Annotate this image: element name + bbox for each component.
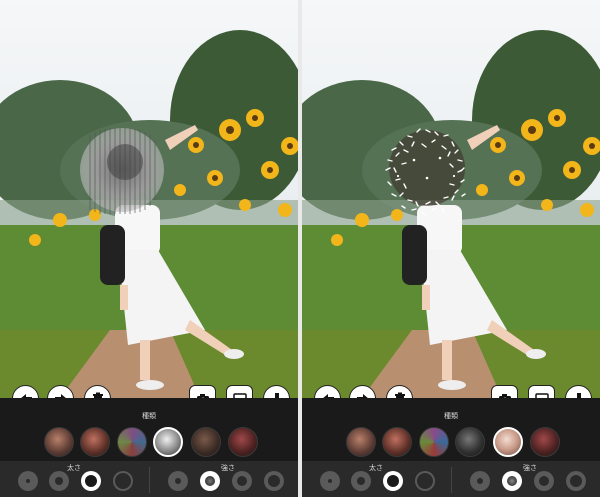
effect-swatch-skin-blur[interactable] bbox=[346, 427, 376, 457]
album-button[interactable] bbox=[226, 385, 253, 398]
editor-panel-left: 種類 太さ 強さ bbox=[0, 0, 298, 497]
effect-controls: 種類 太さ 強さ bbox=[0, 398, 298, 497]
effect-controls: 種類 太さ 強さ bbox=[302, 398, 600, 497]
undo-icon bbox=[20, 393, 32, 398]
effect-swatch-red-blur[interactable] bbox=[530, 427, 560, 457]
settings-divider bbox=[149, 467, 150, 493]
effect-swatch-mosaic[interactable] bbox=[117, 427, 147, 457]
photo-image bbox=[302, 0, 600, 398]
thickness-option-1[interactable] bbox=[18, 471, 38, 491]
redo-icon bbox=[356, 393, 368, 398]
strength-option-3[interactable] bbox=[232, 471, 252, 491]
camera-button[interactable] bbox=[491, 385, 518, 398]
settings-divider bbox=[451, 467, 452, 493]
thickness-option-2[interactable] bbox=[351, 471, 371, 491]
effect-swatch-warm-blur[interactable] bbox=[382, 427, 412, 457]
effect-swatch-glitter[interactable] bbox=[493, 427, 523, 457]
editor-panel-right: 種類 太さ 強さ bbox=[302, 0, 600, 497]
effect-swatch-mosaic[interactable] bbox=[419, 427, 449, 457]
brush-settings-bar: 太さ 強さ bbox=[0, 461, 298, 497]
type-label: 種類 bbox=[142, 412, 156, 420]
thickness-option-3[interactable] bbox=[81, 471, 101, 491]
effect-swatch-warm-blur[interactable] bbox=[80, 427, 110, 457]
album-icon bbox=[534, 392, 549, 398]
effect-swatches bbox=[0, 425, 298, 459]
type-label: 種類 bbox=[444, 412, 458, 420]
thickness-option-1[interactable] bbox=[320, 471, 340, 491]
strength-option-2[interactable] bbox=[200, 471, 220, 491]
album-button[interactable] bbox=[528, 385, 555, 398]
thickness-option-4[interactable] bbox=[113, 471, 133, 491]
effect-swatch-red-blur[interactable] bbox=[228, 427, 258, 457]
photo-canvas[interactable] bbox=[0, 0, 298, 398]
trash-icon bbox=[394, 392, 405, 398]
effect-swatch-dark-blur[interactable] bbox=[191, 427, 221, 457]
strength-option-1[interactable] bbox=[168, 471, 188, 491]
strength-option-1[interactable] bbox=[470, 471, 490, 491]
download-icon bbox=[271, 392, 282, 398]
trash-icon bbox=[92, 392, 103, 398]
strength-option-4[interactable] bbox=[264, 471, 284, 491]
download-icon bbox=[573, 392, 584, 398]
thickness-option-4[interactable] bbox=[415, 471, 435, 491]
camera-icon bbox=[196, 393, 209, 398]
strength-option-3[interactable] bbox=[534, 471, 554, 491]
photo-canvas[interactable] bbox=[302, 0, 600, 398]
effect-swatches bbox=[302, 425, 600, 459]
effect-swatch-white-blur[interactable] bbox=[153, 427, 183, 457]
effect-swatch-skin-blur[interactable] bbox=[44, 427, 74, 457]
thickness-option-2[interactable] bbox=[49, 471, 69, 491]
strength-option-2[interactable] bbox=[502, 471, 522, 491]
album-icon bbox=[232, 392, 247, 398]
strength-option-4[interactable] bbox=[566, 471, 586, 491]
undo-icon bbox=[322, 393, 334, 398]
effect-swatch-gray-blur[interactable] bbox=[455, 427, 485, 457]
thickness-option-3[interactable] bbox=[383, 471, 403, 491]
camera-icon bbox=[498, 393, 511, 398]
camera-button[interactable] bbox=[189, 385, 216, 398]
photo-image bbox=[0, 0, 298, 398]
brush-settings-bar: 太さ 強さ bbox=[302, 461, 600, 497]
redo-icon bbox=[54, 393, 66, 398]
